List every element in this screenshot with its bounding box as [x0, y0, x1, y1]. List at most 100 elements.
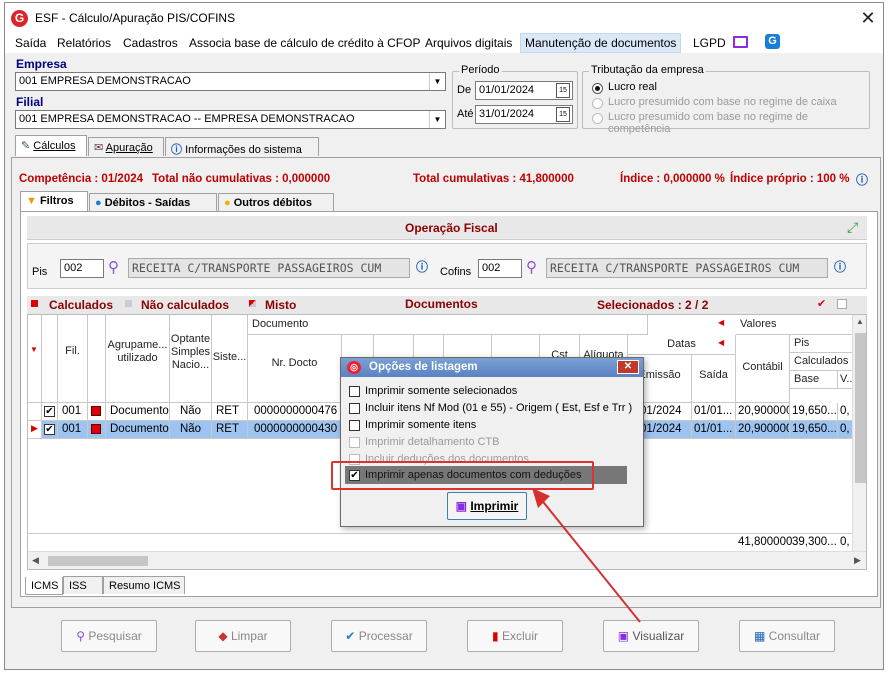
cofins-code-field[interactable]: 002: [478, 259, 522, 278]
menu-associa-base[interactable]: Associa base de cálculo de crédito à CFO…: [185, 35, 424, 51]
legend-selecionados: Selecionados : 2 / 2: [597, 298, 709, 312]
menu-arquivos-digitais[interactable]: Arquivos digitais: [421, 35, 516, 51]
data-de-field[interactable]: 01/01/2024 15: [475, 81, 573, 100]
search-icon[interactable]: ⚲: [526, 258, 537, 276]
printer-icon: ▣: [617, 629, 630, 643]
dialog-close-button[interactable]: ✕: [617, 360, 639, 374]
col-agrupamento[interactable]: Agrupame... utilizado: [106, 315, 170, 403]
opt-checkbox[interactable]: [349, 403, 360, 414]
presumido-caixa-label: Lucro presumido com base no regime de ca…: [608, 96, 837, 108]
status-column-header: [88, 315, 106, 403]
horizontal-scrollbar[interactable]: ◀ ▶: [28, 551, 866, 569]
calendar-icon[interactable]: 15: [556, 83, 570, 98]
filial-combo[interactable]: 001 EMPRESA DEMONSTRACAO -- EMPRESA DEMO…: [15, 110, 446, 129]
menu-relatorios[interactable]: Relatórios: [53, 35, 115, 51]
radio-presumido-competencia[interactable]: [592, 113, 603, 124]
select-all-icon[interactable]: ✔: [817, 297, 826, 310]
opt-checkbox[interactable]: [349, 386, 360, 397]
g-logo-icon[interactable]: G: [765, 34, 780, 49]
row-checkbox-cell[interactable]: ✔: [42, 421, 58, 439]
tab-outros-debitos[interactable]: ● Outros débitos: [218, 193, 334, 212]
consultar-button[interactable]: ▦ Consultar: [739, 620, 835, 652]
col-fil[interactable]: Fil.: [58, 315, 88, 403]
scroll-up-icon[interactable]: ▲: [856, 317, 864, 326]
pesquisar-label: Pesquisar: [88, 629, 142, 643]
row-checkbox[interactable]: ✔: [44, 406, 55, 417]
info-icon[interactable]: ⓘ: [856, 171, 868, 188]
hscroll-thumb[interactable]: [48, 556, 148, 566]
tab-apuracao[interactable]: ✉ Apuração: [88, 137, 164, 156]
expand-icon[interactable]: ⤢: [847, 219, 858, 236]
cell-fil: 001: [58, 403, 88, 421]
col-nr-docto[interactable]: Nr. Docto: [248, 335, 342, 403]
tab-debitos-saidas[interactable]: ● Débitos - Saídas: [89, 193, 217, 212]
tab-calculos[interactable]: ✎ Cálculos: [15, 135, 87, 156]
row-checkbox-cell[interactable]: ✔: [42, 403, 58, 421]
tab-resumo-icms[interactable]: Resumo ICMS: [103, 576, 185, 594]
pesquisar-button[interactable]: ⚲ Pesquisar: [61, 620, 157, 652]
col-contabil[interactable]: Contábil: [736, 335, 790, 403]
scroll-thumb[interactable]: [855, 333, 866, 483]
menu-saida[interactable]: Saída: [11, 35, 50, 51]
cell-saida: 01/01...: [692, 403, 736, 421]
collapse-datas-icon[interactable]: ◀: [718, 338, 724, 347]
scroll-right-icon[interactable]: ▶: [854, 555, 861, 566]
calendar-icon[interactable]: 15: [556, 107, 570, 122]
col-base[interactable]: Base: [790, 371, 838, 389]
cell-status: [88, 421, 106, 439]
info-icon[interactable]: ⓘ: [834, 258, 846, 275]
cell-emissao: 01/2024: [638, 403, 692, 421]
col-sistema[interactable]: Siste...: [212, 315, 248, 403]
de-label: De: [457, 84, 472, 96]
title-bar: G ESF - Cálculo/Apuração PIS/COFINS ✕: [5, 3, 883, 33]
empresa-combo[interactable]: 001 EMPRESA DEMONSTRACAO ▼: [15, 72, 446, 91]
data-ate-field[interactable]: 31/01/2024 15: [475, 105, 573, 124]
chevron-down-icon[interactable]: ▼: [429, 111, 445, 128]
scroll-left-icon[interactable]: ◀: [32, 555, 39, 566]
operacao-fiscal-title: Operação Fiscal: [405, 221, 498, 235]
row-checkbox[interactable]: ✔: [44, 424, 55, 435]
totals-row: 41,800000 39,300... 0,: [28, 533, 852, 551]
cell-agrup: Documento: [106, 403, 170, 421]
close-window-button[interactable]: ✕: [857, 7, 879, 29]
processar-button[interactable]: ✔ Processar: [331, 620, 427, 652]
chevron-down-icon[interactable]: ▼: [429, 73, 445, 90]
radio-lucro-real[interactable]: [592, 83, 603, 94]
tab-filtros[interactable]: ▼ Filtros: [20, 191, 88, 212]
cofins-description: RECEITA C/TRANSPORTE PASSAGEIROS CUM: [546, 258, 828, 278]
col-optante[interactable]: Optante Simples Nacio...: [170, 315, 212, 403]
tab-informacoes[interactable]: ⓘ Informações do sistema: [165, 137, 319, 156]
menu-manutencao-documentos[interactable]: Manutenção de documentos: [520, 33, 682, 53]
data-de-value: 01/01/2024: [479, 84, 535, 96]
arrow-head: [532, 488, 550, 508]
total-contabil: 41,800000: [738, 536, 793, 548]
data-ate-value: 31/01/2024: [479, 108, 535, 120]
collapse-documento-icon[interactable]: ◀: [718, 318, 724, 327]
limpar-label: Limpar: [230, 629, 268, 643]
monitor-icon[interactable]: [733, 36, 748, 48]
col-saida[interactable]: Saída: [692, 355, 736, 403]
vertical-scrollbar[interactable]: ▲: [852, 315, 866, 551]
window-title: ESF - Cálculo/Apuração PIS/COFINS: [35, 11, 236, 25]
limpar-button[interactable]: ◆ Limpar: [195, 620, 291, 652]
legend-nao-calculados: Não calculados: [141, 298, 230, 312]
imprimir-button[interactable]: ▣ Imprimir: [447, 492, 527, 520]
misto-marker: [249, 300, 256, 307]
processar-label: Processar: [358, 629, 413, 643]
tab-outros-label: Outros débitos: [233, 197, 312, 209]
opt-checkbox: [349, 437, 360, 448]
menu-cadastros[interactable]: Cadastros: [119, 35, 182, 51]
deselect-all-icon[interactable]: [837, 299, 847, 309]
search-icon[interactable]: ⚲: [108, 258, 119, 276]
tab-iss[interactable]: ISS: [63, 576, 103, 594]
pis-code-field[interactable]: 002: [60, 259, 104, 278]
opt-checkbox[interactable]: [349, 420, 360, 431]
tab-icms[interactable]: ICMS: [25, 577, 63, 595]
imprimir-label: Imprimir: [470, 499, 519, 513]
radio-presumido-caixa[interactable]: [592, 98, 603, 109]
cell-sistema: RET: [212, 421, 248, 439]
legend-misto: Misto: [265, 298, 297, 312]
menu-lgpd[interactable]: LGPD: [689, 35, 730, 51]
info-icon[interactable]: ⓘ: [416, 258, 428, 275]
cell-base: 19,650...: [790, 403, 838, 421]
